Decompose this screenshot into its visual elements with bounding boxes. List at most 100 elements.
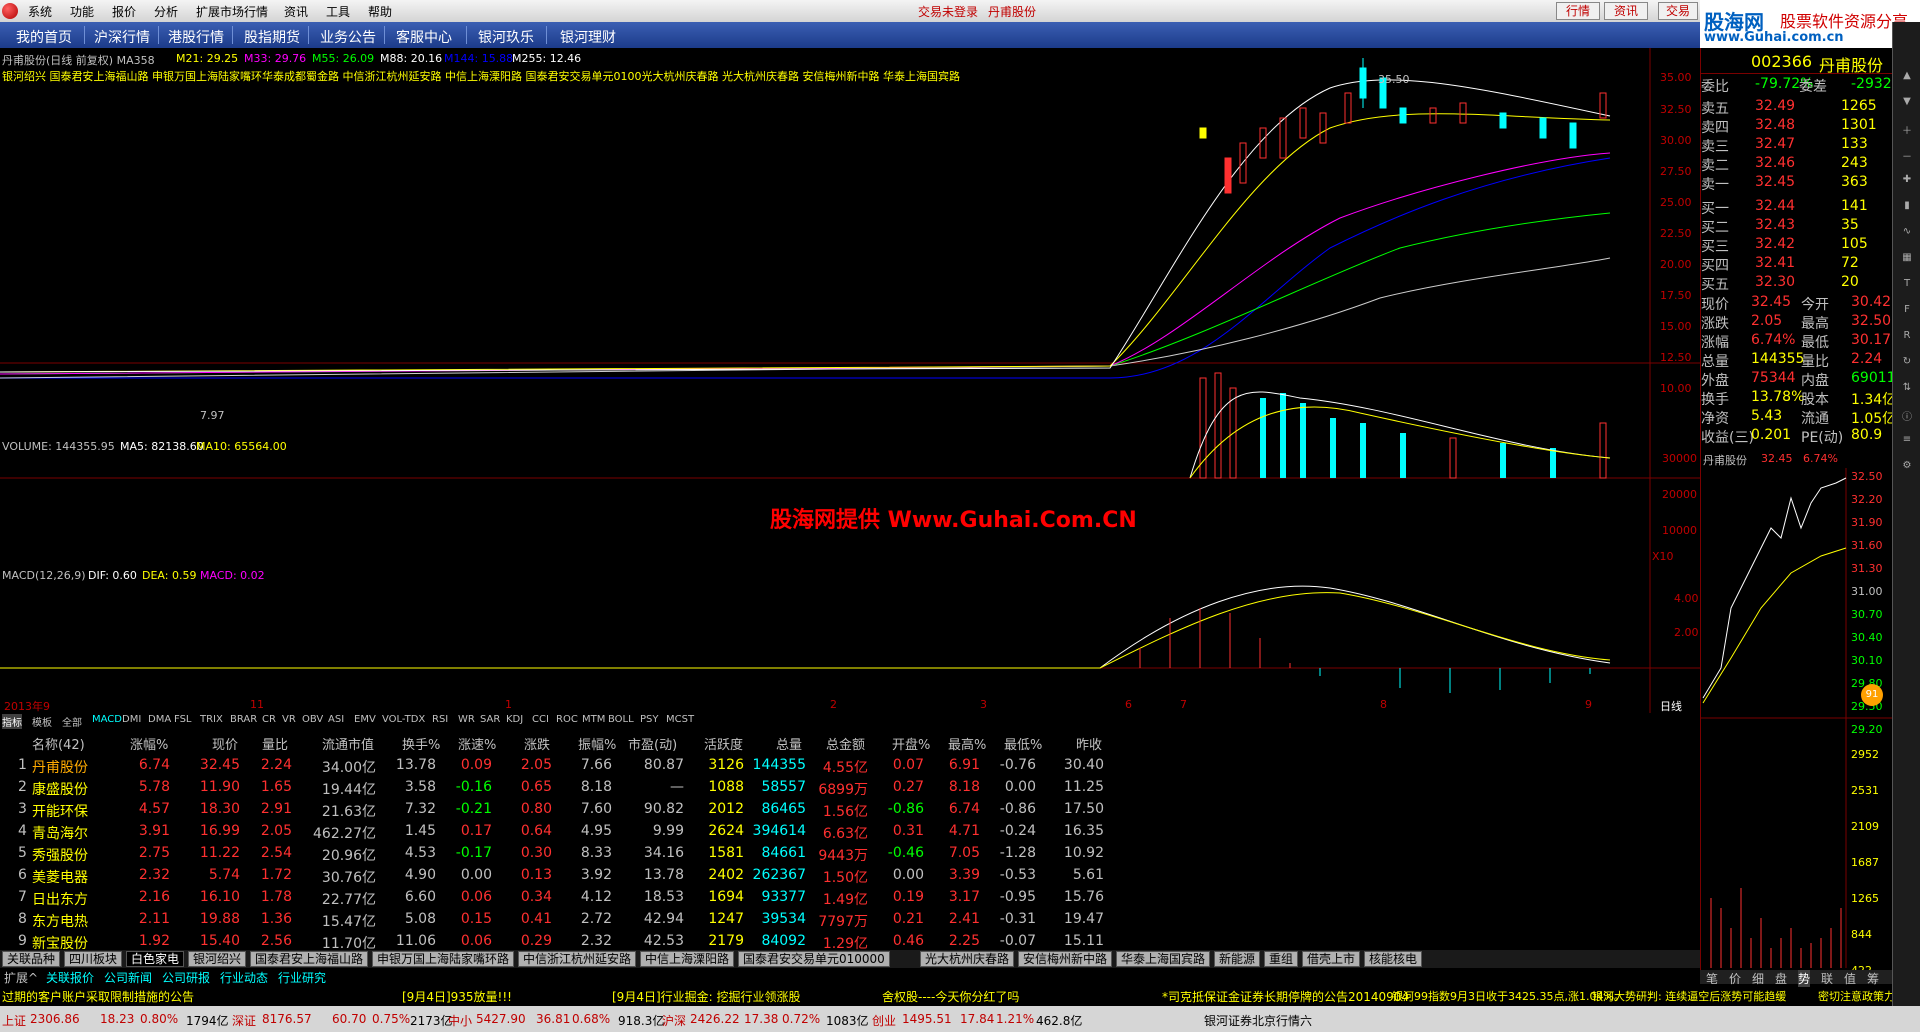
nav-futures[interactable]: 股指期货 (244, 27, 300, 47)
quote-tab[interactable]: 势 (1798, 970, 1811, 987)
tab-kdj[interactable]: KDJ (506, 714, 523, 725)
bid-row[interactable]: 买四 32.41 72 (1701, 255, 1893, 274)
ask-row[interactable]: 卖三 32.47 133 (1701, 136, 1893, 155)
ask-row[interactable]: 卖四 32.48 1301 (1701, 117, 1893, 136)
menu-extended-market[interactable]: 扩展市场行情 (196, 3, 268, 20)
nav-home[interactable]: 我的首页 (16, 27, 72, 47)
tab-indicator[interactable]: 指标 (2, 714, 22, 729)
block-tab[interactable]: 申银万国上海陆家嘴环路 (372, 951, 515, 967)
tab-emv[interactable]: EMV (354, 714, 376, 725)
col-price[interactable]: 现价 (212, 734, 238, 753)
stock-name-cell[interactable]: 日出东方 (32, 889, 88, 909)
tab-brar[interactable]: BRAR (230, 714, 257, 725)
ticker-item[interactable]: [9月4日]935放量!!! (402, 988, 512, 1005)
toolbar-cross-icon[interactable]: ✚ (1897, 174, 1917, 194)
bid-row[interactable]: 买二 32.43 35 (1701, 217, 1893, 236)
tab-fsl[interactable]: FSL (174, 714, 192, 725)
stock-name-cell[interactable]: 青岛海尔 (32, 823, 88, 843)
toolbar-f10-icon[interactable]: F (1897, 304, 1917, 324)
col-low-pct[interactable]: 最低% (1004, 734, 1042, 753)
col-total-volume[interactable]: 总量 (776, 734, 802, 753)
tab-roc[interactable]: ROC (556, 714, 578, 725)
quote-tab[interactable]: 价 (1729, 970, 1741, 987)
quote-tab[interactable]: 细 (1752, 970, 1764, 987)
block-tab[interactable]: 白色家电 (126, 951, 185, 967)
ticker-item[interactable]: 银河99指数9月3日收于3425.35点,涨1.04%。 (1392, 988, 1625, 1004)
tab-psy[interactable]: PSY (640, 714, 659, 725)
ticker-item[interactable]: *司克抵保证金证券长期停牌的公告20140904 (1162, 988, 1409, 1005)
block-tab[interactable]: 核能核电 (1364, 951, 1423, 967)
quote-tab[interactable]: 值 (1844, 970, 1856, 987)
stock-name-cell[interactable]: 东方电热 (32, 911, 88, 931)
ticker-item[interactable]: 舍权股----今天你分红了吗 (882, 988, 1019, 1005)
block-tab[interactable]: 新能源 (1214, 951, 1261, 967)
col-speed[interactable]: 涨速% (458, 734, 496, 753)
broker-server[interactable]: 银河证券北京行情六 (1204, 1012, 1312, 1029)
ticker-item[interactable]: [9月4日]行业掘金: 挖掘行业领涨股 (612, 988, 801, 1005)
block-tab[interactable]: 重组 (1264, 951, 1299, 967)
col-change-pct[interactable]: 涨幅% (130, 734, 168, 753)
tab-related-quote[interactable]: 关联报价 (46, 969, 94, 986)
tab-mtm[interactable]: MTM (582, 714, 605, 725)
tab-mcst[interactable]: MCST (666, 714, 694, 725)
quote-tab[interactable]: 筹 (1867, 970, 1879, 987)
tab-cci[interactable]: CCI (532, 714, 549, 725)
col-activity[interactable]: 活跃度 (704, 734, 743, 753)
col-prev-close[interactable]: 昨收 (1076, 734, 1102, 753)
block-tab[interactable]: 国泰君安上海福山路 (250, 951, 369, 967)
col-amplitude[interactable]: 振幅% (578, 734, 616, 753)
nav-yinhe-finance[interactable]: 银河理财 (560, 27, 616, 47)
nav-hk-market[interactable]: 港股行情 (168, 27, 224, 47)
bid-row[interactable]: 买三 32.42 105 (1701, 236, 1893, 255)
period-label[interactable]: 日线 (1660, 698, 1682, 714)
block-tab[interactable]: 银河绍兴 (188, 951, 247, 967)
menu-analysis[interactable]: 分析 (154, 3, 178, 20)
toolbar-up-icon[interactable]: ▲ (1897, 70, 1917, 90)
col-float-cap[interactable]: 流通市值 (322, 734, 374, 753)
toolbar-arrow-icon[interactable]: ⇅ (1897, 382, 1917, 402)
quote-tab[interactable]: 笔 (1706, 970, 1718, 987)
tab-industry-news[interactable]: 行业动态 (220, 969, 268, 986)
col-name[interactable]: 名称(42) (32, 734, 85, 753)
toolbar-zoom-in-icon[interactable]: ＋ (1897, 122, 1917, 142)
info-window-button[interactable]: 资讯 (1604, 2, 1648, 20)
bid-row[interactable]: 买一 32.44 141 (1701, 198, 1893, 217)
tab-company-research[interactable]: 公司研报 (162, 969, 210, 986)
stock-name-cell[interactable]: 康盛股份 (32, 779, 88, 799)
menu-quote[interactable]: 报价 (112, 3, 136, 20)
toolbar-text-icon[interactable]: T (1897, 278, 1917, 298)
quote-tab[interactable]: 联 (1821, 970, 1833, 987)
block-tab[interactable]: 国泰君安交易单元010000 (738, 951, 890, 967)
menu-system[interactable]: 系统 (28, 3, 52, 20)
toolbar-info-icon[interactable]: ⓘ (1897, 408, 1917, 428)
tab-all[interactable]: 全部 (62, 714, 82, 729)
col-total-amount[interactable]: 总金额 (826, 734, 865, 753)
toolbar-grid-icon[interactable]: ▦ (1897, 252, 1917, 272)
nav-hs-market[interactable]: 沪深行情 (94, 27, 150, 47)
toolbar-calc-icon[interactable]: ≡ (1897, 434, 1917, 454)
block-tab[interactable]: 借壳上市 (1302, 951, 1361, 967)
col-change[interactable]: 涨跌 (524, 734, 550, 753)
stock-name-cell[interactable]: 开能环保 (32, 801, 88, 821)
nav-announcements[interactable]: 业务公告 (320, 27, 376, 47)
block-tab[interactable]: 华泰上海国宾路 (1116, 951, 1211, 967)
toolbar-rsi-icon[interactable]: R (1897, 330, 1917, 350)
login-status[interactable]: 交易未登录 (918, 3, 978, 20)
tab-vol-tdx[interactable]: VOL-TDX (382, 714, 425, 725)
ask-row[interactable]: 卖二 32.46 243 (1701, 155, 1893, 174)
ticker-item[interactable]: 银河大势研判: 连续逼空后涨势可能趋缓 (1592, 988, 1786, 1004)
current-stock-link[interactable]: 丹甫股份 (988, 3, 1036, 20)
tab-expand[interactable]: 扩展^ (4, 969, 38, 986)
stock-name-cell[interactable]: 秀强股份 (32, 845, 88, 865)
block-tab[interactable]: 关联品种 (2, 951, 61, 967)
tab-dmi[interactable]: DMI (122, 714, 141, 725)
tab-wr[interactable]: WR (458, 714, 475, 725)
kline-chart-area[interactable]: 丹甫股份(日线 前复权) MA358 M21: 29.25 M33: 29.76… (0, 48, 1700, 729)
trade-window-button[interactable]: 交易 (1658, 2, 1698, 20)
tab-asi[interactable]: ASI (328, 714, 344, 725)
quote-window-button[interactable]: 行情 (1556, 2, 1600, 20)
block-tab[interactable]: 中信上海溧阳路 (640, 951, 735, 967)
menu-function[interactable]: 功能 (70, 3, 94, 20)
stock-name-cell[interactable]: 美菱电器 (32, 867, 88, 887)
tab-company-news[interactable]: 公司新闻 (104, 969, 152, 986)
